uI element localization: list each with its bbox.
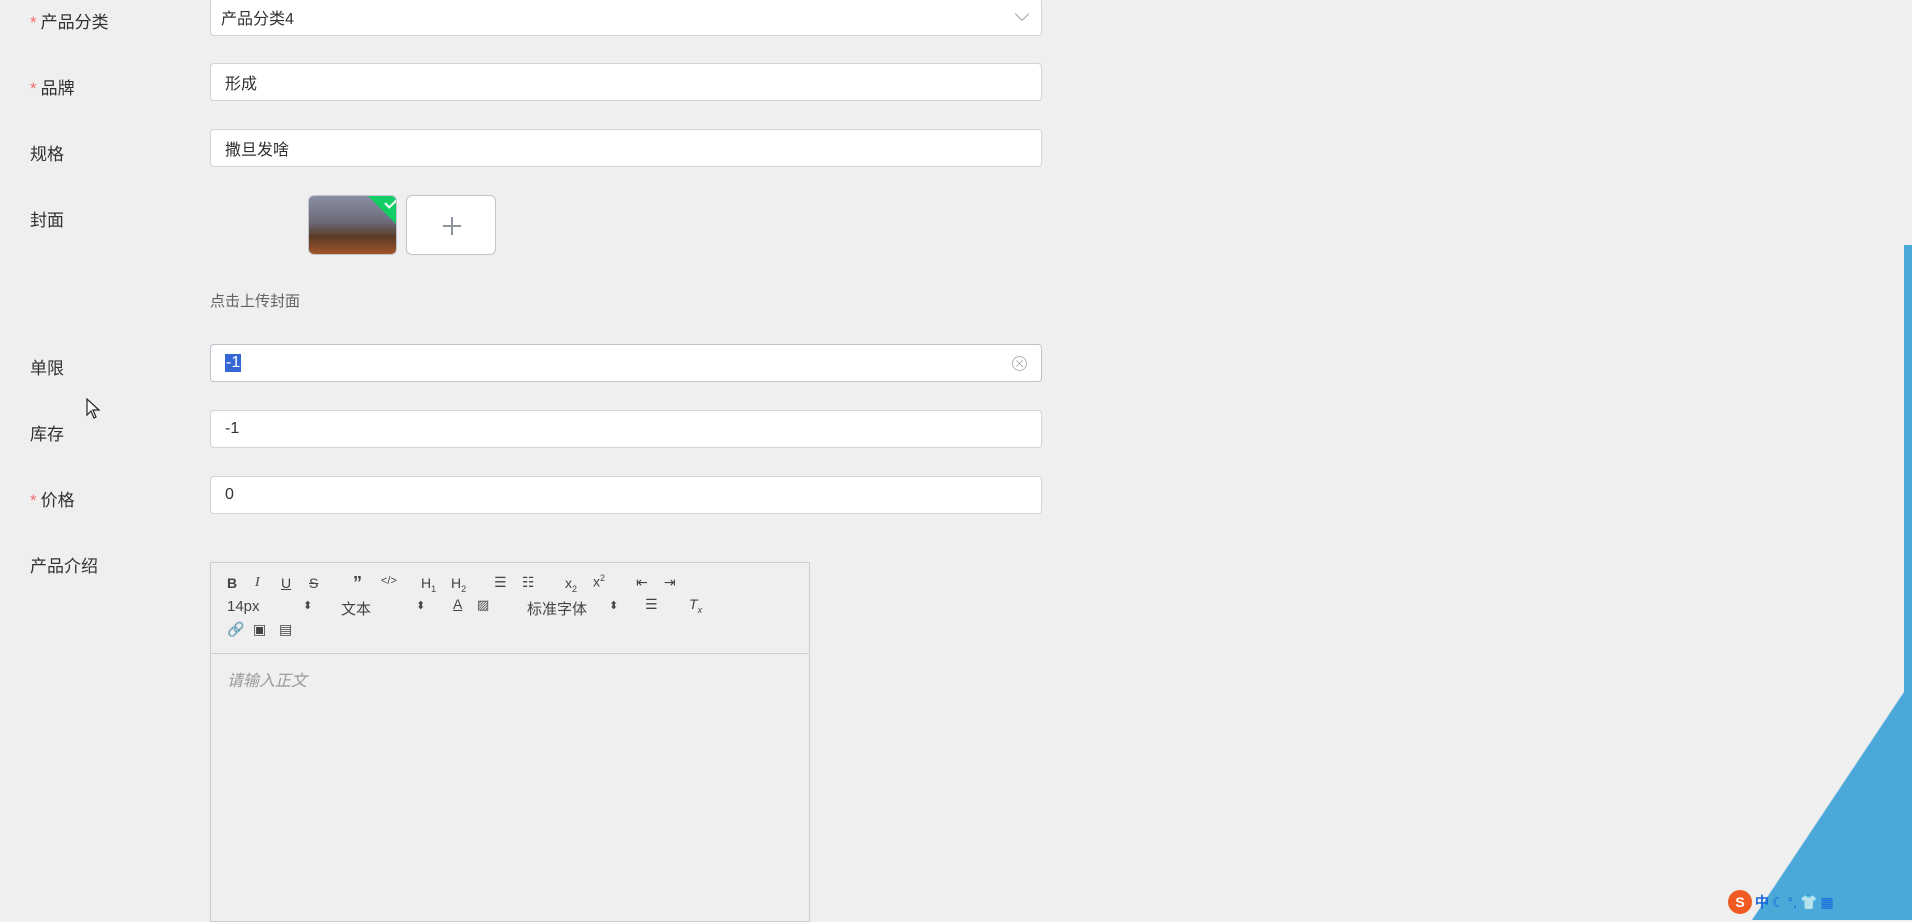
bullet-list-icon[interactable]: ☷ [522,574,535,591]
price-label: * 价格 [30,491,75,510]
background-color-icon[interactable]: ▨ [477,597,489,613]
upload-add-button[interactable] [406,195,496,255]
image-icon[interactable]: ▣ [253,621,266,638]
category-label: * 产品分类 [30,13,109,32]
heading-select-arrow-icon[interactable]: ⬍ [416,599,425,612]
strikethrough-icon[interactable]: S [309,575,318,591]
brand-input[interactable]: 形成 [210,63,1042,101]
category-label-text: 产品分类 [40,13,109,32]
font-size-select-arrow-icon[interactable]: ⬍ [303,599,312,612]
spec-input-value: 撒旦发啥 [225,142,290,159]
heading2-icon[interactable]: H2 [451,575,466,594]
decorative-corner-shape [1752,680,1912,920]
stock-label: 库存 [30,425,64,444]
brand-label: * 品牌 [30,79,75,98]
superscript-icon[interactable]: x2 [593,573,605,590]
cover-upload-tip: 点击上传封面 [210,293,301,310]
editor-toolbar: B I U S ” </> H1 H2 ☰ ☷ x2 x2 ⇤ ⇥ 14px ⬍… [211,563,809,654]
clear-format-icon[interactable]: Tx [689,596,702,615]
category-select-value: 产品分类4 [221,11,294,28]
scrollbar[interactable] [1904,245,1912,775]
chevron-down-icon[interactable] [1014,6,1030,22]
font-family-select-arrow-icon[interactable]: ⬍ [609,599,618,612]
blockquote-icon[interactable]: ” [353,573,362,594]
align-icon[interactable]: ☰ [645,596,658,613]
italic-icon[interactable]: I [255,575,260,591]
stock-input-value: -1 [225,420,240,437]
spec-input[interactable]: 撒旦发啥 [210,129,1042,167]
cover-label: 封面 [30,211,64,230]
underline-icon[interactable]: U [281,575,291,591]
brand-input-value: 形成 [225,76,258,93]
limit-label: 单限 [30,359,64,378]
outdent-icon[interactable]: ⇤ [636,574,648,591]
rich-text-editor[interactable]: B I U S ” </> H1 H2 ☰ ☷ x2 x2 ⇤ ⇥ 14px ⬍… [210,562,810,922]
font-size-select[interactable]: 14px [227,598,260,615]
cover-thumbnail[interactable] [308,195,397,255]
price-input-value: 0 [225,486,234,503]
mouse-cursor-icon [86,398,101,419]
text-color-icon[interactable]: A [453,596,462,612]
video-icon[interactable]: ▤ [279,621,292,638]
font-family-select[interactable]: 标准字体 [527,598,587,619]
stock-input[interactable]: -1 [210,410,1042,448]
success-check-icon [367,196,396,224]
heading1-icon[interactable]: H1 [421,575,436,594]
grid-icon[interactable]: ▦ [1821,894,1834,911]
ime-toolbar[interactable]: S 中 ☾ °, 👕 ▦ [1728,889,1834,915]
spec-label: 规格 [30,145,64,164]
ordered-list-icon[interactable]: ☰ [494,574,507,591]
editor-placeholder: 请输入正文 [227,673,308,690]
indent-icon[interactable]: ⇥ [664,574,676,591]
clear-icon[interactable] [1012,355,1027,371]
ime-language[interactable]: 中 [1755,892,1769,912]
moon-icon[interactable]: ☾ [1772,894,1785,911]
brand-label-text: 品牌 [40,79,75,98]
link-icon[interactable]: 🔗 [227,621,244,638]
shirt-icon[interactable]: 👕 [1800,894,1817,911]
category-select[interactable]: 产品分类4 [210,0,1042,36]
punctuation-icon[interactable]: °, [1788,894,1798,910]
price-label-text: 价格 [40,491,75,510]
subscript-icon[interactable]: x2 [565,575,577,594]
limit-input-value: -1 [225,354,242,372]
intro-label: 产品介绍 [30,557,98,576]
bold-icon[interactable]: B [227,575,237,591]
heading-select[interactable]: 文本 [341,598,371,619]
ime-logo-icon: S [1728,890,1752,914]
limit-input[interactable]: -1 [210,344,1042,382]
code-block-icon[interactable]: </> [381,575,397,587]
price-input[interactable]: 0 [210,476,1042,514]
